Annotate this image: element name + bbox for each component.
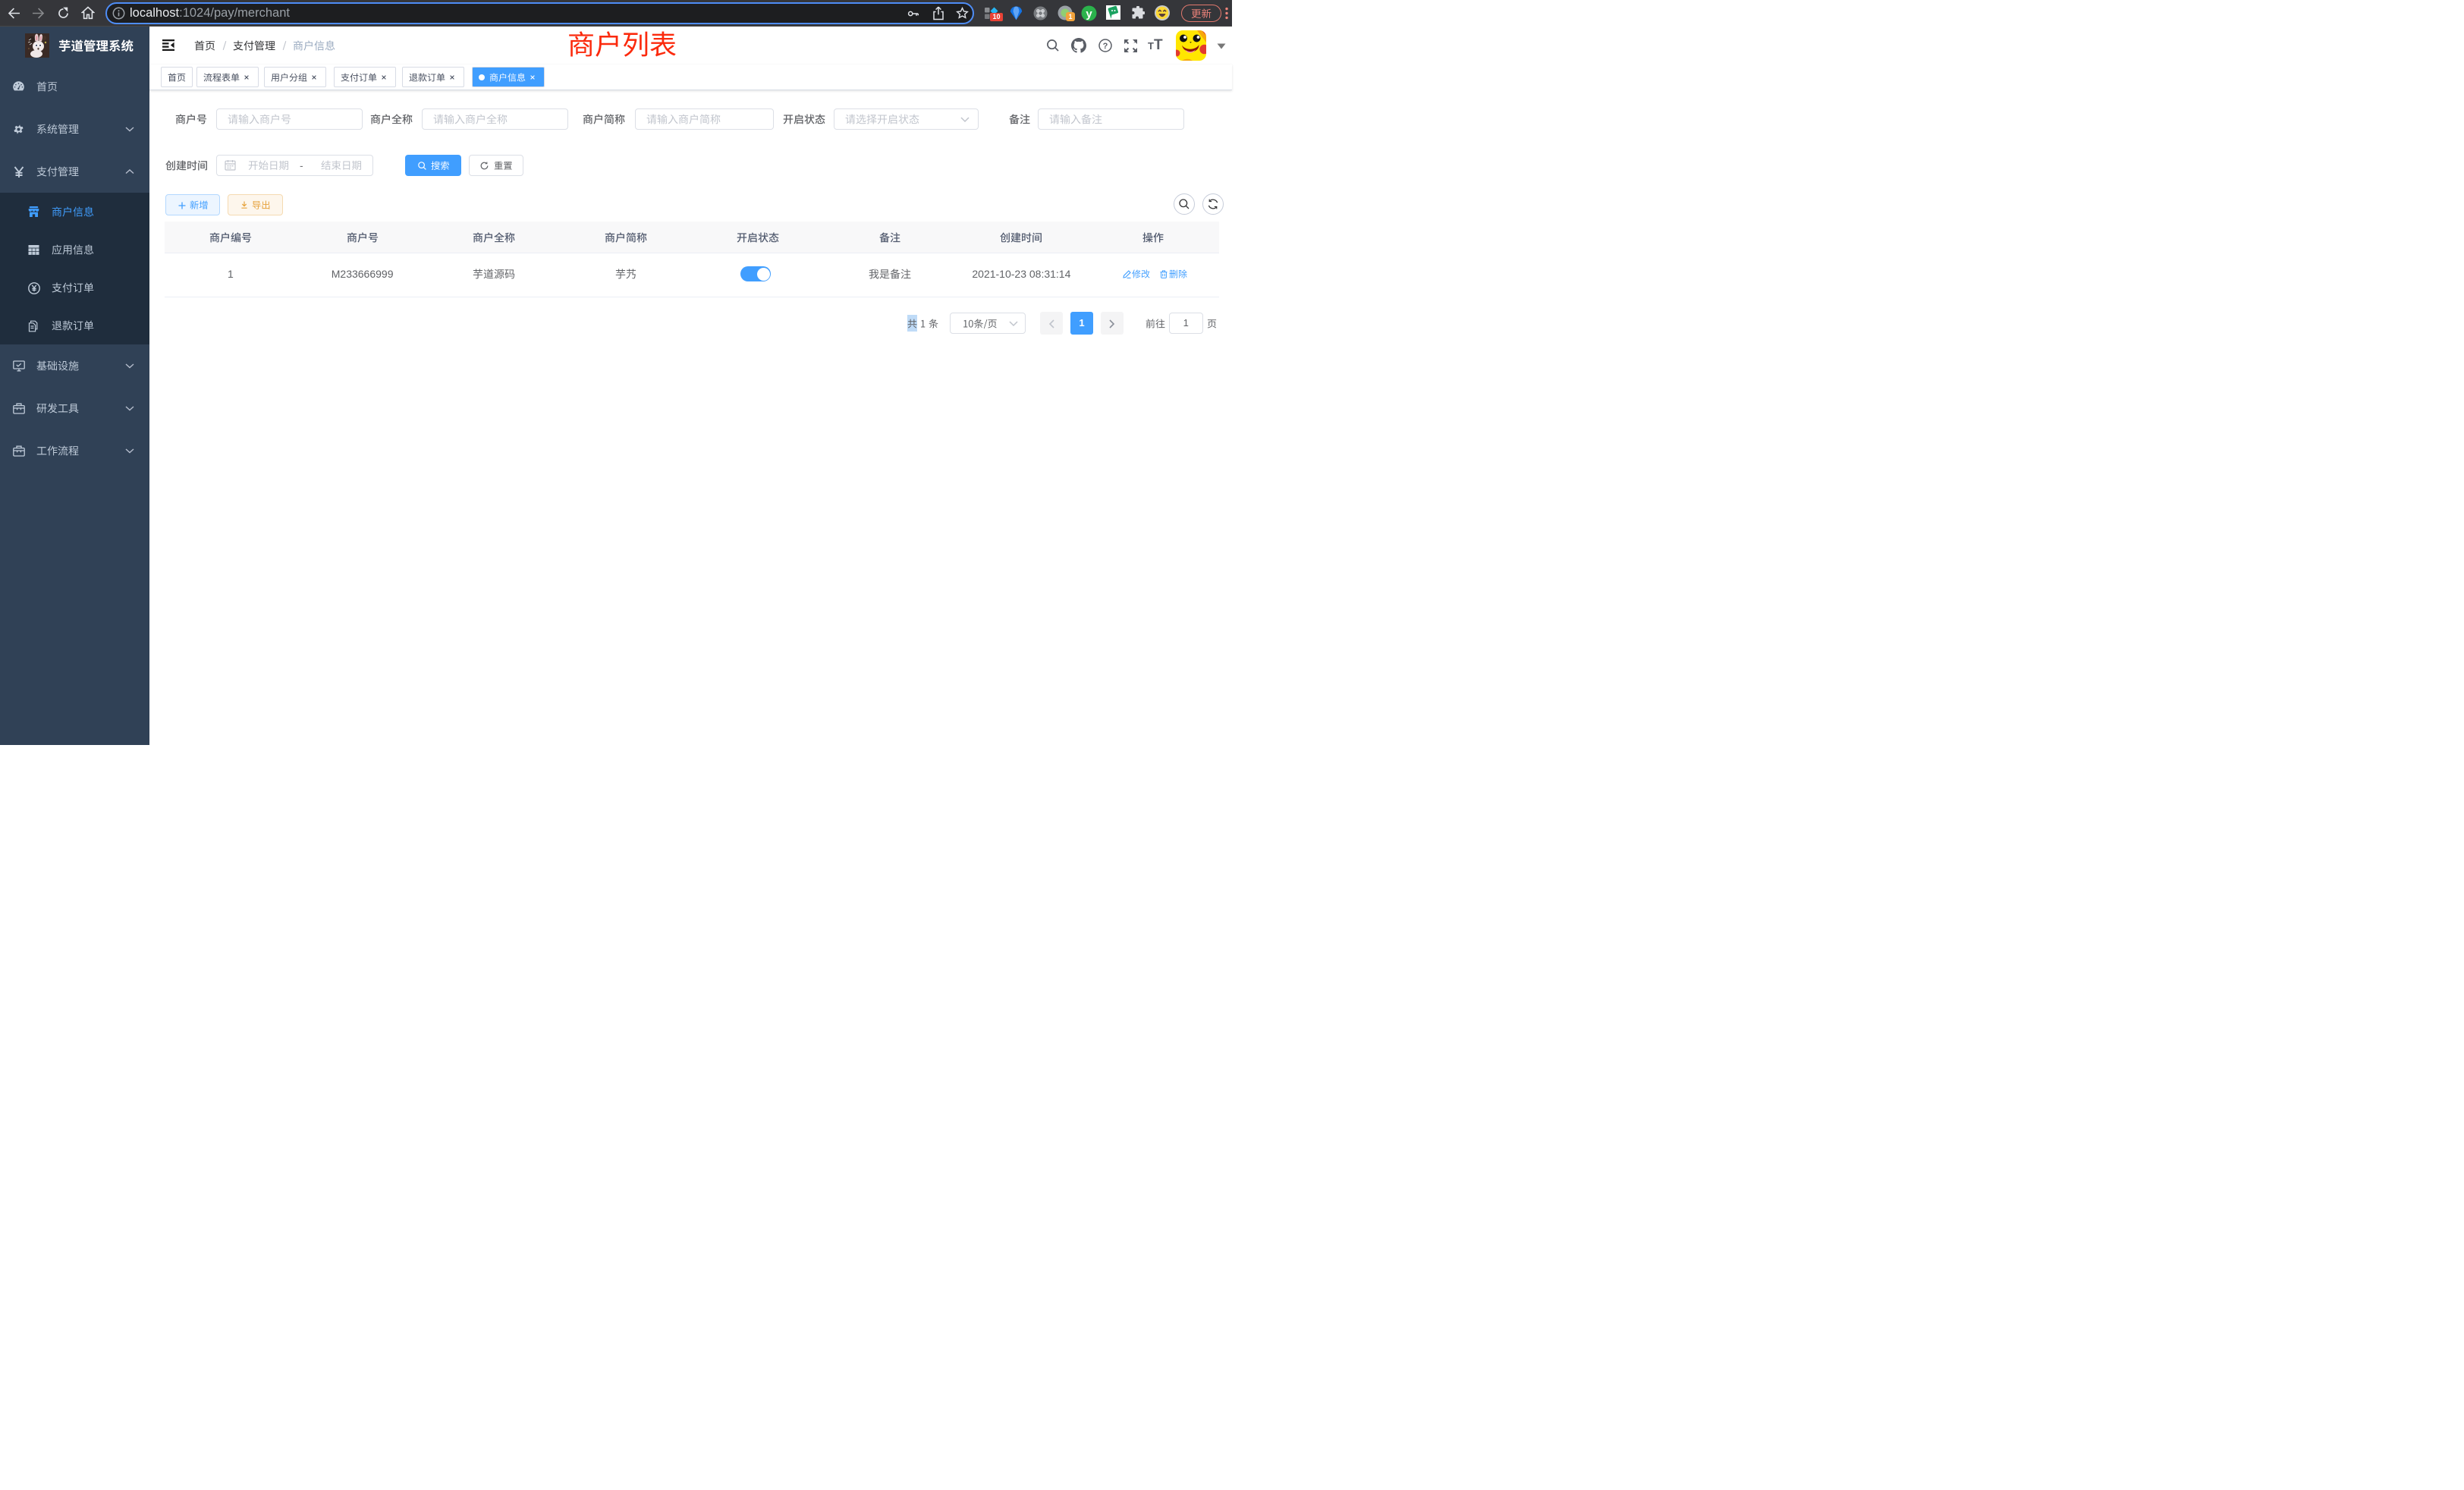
svg-text:?: ? xyxy=(1103,42,1108,51)
svg-text:y: y xyxy=(1086,8,1092,20)
